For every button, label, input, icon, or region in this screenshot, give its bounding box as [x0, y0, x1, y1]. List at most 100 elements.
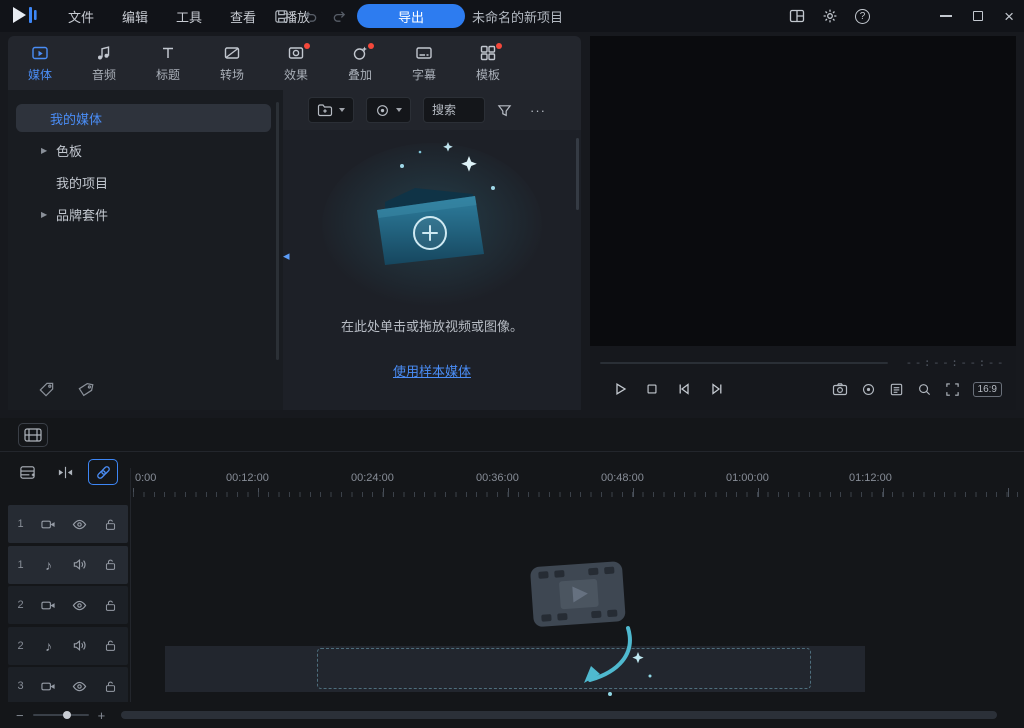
tab-audio[interactable]: 音频 — [72, 36, 136, 90]
tab-overlays[interactable]: 叠加 — [328, 36, 392, 90]
menu-tools[interactable]: 工具 — [170, 7, 208, 26]
toggle-visibility-icon[interactable] — [64, 598, 95, 613]
fullscreen-icon[interactable] — [945, 382, 960, 397]
sidebar-scrollbar[interactable] — [276, 102, 279, 360]
seek-area: --:--:--:-- — [600, 356, 1006, 370]
close-icon[interactable]: × — [1004, 8, 1014, 25]
tab-effects[interactable]: 效果 — [264, 36, 328, 90]
next-frame-button[interactable] — [709, 381, 725, 397]
ruler-label: 00:12:00 — [226, 472, 269, 484]
track-header-video-1[interactable]: 1 — [8, 505, 128, 543]
tab-label: 效果 — [284, 66, 308, 83]
lock-track-icon[interactable] — [95, 599, 126, 612]
timeline-media-view-button[interactable] — [18, 423, 48, 447]
snapshot-camera-icon[interactable] — [832, 381, 848, 397]
tab-media[interactable]: 媒体 — [8, 36, 72, 90]
previous-frame-button[interactable] — [676, 381, 692, 397]
drop-zone-dashed[interactable] — [317, 648, 811, 689]
caret-down-icon — [396, 108, 402, 112]
zoom-in-icon[interactable]: + — [98, 708, 106, 723]
toggle-visibility-icon[interactable] — [64, 517, 95, 532]
video-camera-icon — [33, 679, 64, 694]
track-header-divider — [130, 468, 131, 702]
timeline-horizontal-scrollbar[interactable] — [121, 711, 997, 719]
seek-bar[interactable] — [600, 362, 888, 364]
lock-track-icon[interactable] — [95, 518, 126, 531]
undo-icon[interactable] — [303, 9, 318, 24]
more-options-icon[interactable]: ··· — [530, 103, 546, 118]
save-icon[interactable] — [274, 9, 289, 24]
timeline-ruler[interactable]: 0:00 00:12:00 00:24:00 00:36:00 00:48:00… — [130, 468, 1024, 500]
sidebar-item-color-boards[interactable]: ▶ 色板 — [16, 136, 271, 164]
toggle-visibility-icon[interactable] — [64, 679, 95, 694]
track-index: 2 — [8, 640, 33, 652]
track-index: 2 — [8, 599, 33, 611]
zoom-slider[interactable] — [33, 714, 89, 716]
preview-panel: --:--:--:-- — [590, 36, 1016, 410]
render-preview-icon[interactable] — [861, 382, 876, 397]
import-dropzone[interactable]: 在此处单击或拖放视频或图像。 使用样本媒体 — [283, 130, 581, 380]
import-media-button[interactable] — [308, 97, 354, 123]
layout-icon[interactable] — [789, 8, 805, 24]
new-badge-dot — [496, 43, 502, 49]
aspect-ratio-badge[interactable]: 16:9 — [973, 382, 1002, 397]
caret-down-icon — [339, 108, 345, 112]
export-button[interactable]: 导出 — [357, 4, 465, 28]
filter-funnel-icon[interactable] — [497, 103, 512, 118]
mute-speaker-icon[interactable] — [64, 638, 95, 653]
tab-subtitles[interactable]: 字幕 — [392, 36, 456, 90]
manage-tracks-button[interactable] — [12, 459, 42, 485]
overlays-tab-icon — [351, 44, 369, 62]
minimize-icon[interactable] — [940, 15, 952, 17]
ruler-label: 00:36:00 — [476, 472, 519, 484]
tab-templates[interactable]: 模板 — [456, 36, 520, 90]
media-library: ··· ◂ — [283, 90, 581, 410]
sidebar-item-my-media[interactable]: 我的媒体 — [16, 104, 271, 132]
transport-group — [612, 381, 725, 397]
sidebar-item-brand-kit[interactable]: ▶ 品牌套件 — [16, 200, 271, 228]
ruler-label: 00:48:00 — [601, 472, 644, 484]
search-input[interactable] — [423, 97, 485, 123]
mute-speaker-icon[interactable] — [64, 557, 95, 572]
audio-note-icon: ♪ — [33, 639, 64, 653]
markers-list-icon[interactable] — [889, 382, 904, 397]
stop-button[interactable] — [645, 382, 659, 396]
help-icon[interactable]: ? — [855, 9, 870, 24]
sidebar-item-my-projects[interactable]: 我的项目 — [16, 168, 271, 196]
tag-add-icon[interactable] — [38, 381, 55, 398]
ruler-label: 0:00 — [135, 472, 156, 484]
snap-button[interactable] — [50, 459, 80, 485]
lock-track-icon[interactable] — [95, 558, 126, 571]
track-header-audio-2[interactable]: 2 ♪ — [8, 627, 128, 665]
zoom-slider-thumb[interactable] — [63, 711, 71, 719]
tag-tools — [38, 381, 94, 398]
play-button[interactable] — [612, 381, 628, 397]
auto-link-button[interactable] — [88, 459, 118, 485]
track-header-video-3[interactable]: 3 — [8, 667, 128, 702]
redo-icon[interactable] — [332, 9, 347, 24]
zoom-icon[interactable] — [917, 382, 932, 397]
lock-track-icon[interactable] — [95, 639, 126, 652]
track-header-video-2[interactable]: 2 — [8, 586, 128, 624]
settings-gear-icon[interactable] — [822, 8, 838, 24]
tab-transitions[interactable]: 转场 — [200, 36, 264, 90]
menu-edit[interactable]: 编辑 — [116, 7, 154, 26]
tab-titles[interactable]: 标题 — [136, 36, 200, 90]
ruler-label: 01:12:00 — [849, 472, 892, 484]
tag-icon[interactable] — [77, 381, 94, 398]
app-logo-icon[interactable] — [12, 5, 40, 27]
lock-track-icon[interactable] — [95, 680, 126, 693]
zoom-out-icon[interactable]: − — [16, 708, 24, 723]
audio-tab-icon — [95, 44, 113, 62]
main-track-strip[interactable] — [165, 646, 865, 692]
transitions-tab-icon — [223, 44, 241, 62]
menu-view[interactable]: 查看 — [224, 7, 262, 26]
empty-state-text: 在此处单击或拖放视频或图像。 — [341, 316, 523, 335]
record-button[interactable] — [366, 97, 411, 123]
maximize-icon[interactable] — [973, 11, 983, 21]
use-sample-media-link[interactable]: 使用样本媒体 — [393, 361, 471, 380]
menu-file[interactable]: 文件 — [62, 7, 100, 26]
track-header-audio-1[interactable]: 1 ♪ — [8, 546, 128, 584]
preview-utilities: 16:9 — [832, 381, 1002, 397]
track-index: 3 — [8, 680, 33, 692]
